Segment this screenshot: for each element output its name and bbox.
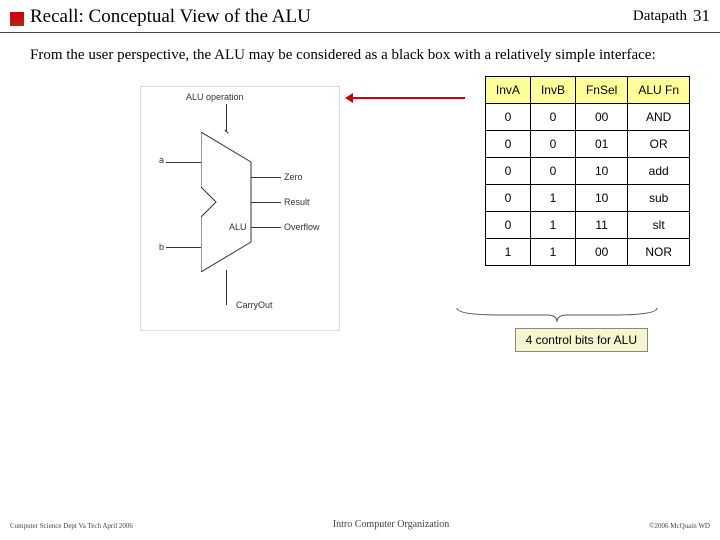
header-right: Datapath 31 [633,6,710,26]
label-alu-operation: ALU operation [186,92,244,102]
footer-center: Intro Computer Organization [333,519,449,530]
slide-title: Recall: Conceptual View of the ALU [30,6,311,28]
label-carryout: CarryOut [236,300,273,310]
content-area: ALU operation ALU a b Zero Result Overfl… [0,76,720,416]
page-number: 31 [693,6,710,26]
table-row: 0111slt [485,212,689,239]
label-result: Result [284,197,310,207]
intro-text: From the user perspective, the ALU may b… [0,33,720,76]
bullet-icon [10,12,24,26]
label-overflow: Overflow [284,222,320,232]
line-op [226,104,227,132]
function-table: InvA InvB FnSel ALU Fn 0000AND 0001OR 00… [485,76,690,266]
title-group: Recall: Conceptual View of the ALU [10,6,311,28]
label-a: a [159,155,164,165]
slide-header: Recall: Conceptual View of the ALU Datap… [0,0,720,33]
table-row: 0000AND [485,104,689,131]
line-overflow [251,227,281,228]
th-invb: InvB [530,77,575,104]
table-header-row: InvA InvB FnSel ALU Fn [485,77,689,104]
footer-right: ©2006 McQuain WD [649,522,710,530]
table-row: 0110sub [485,185,689,212]
line-result [251,202,281,203]
footer-left: Computer Science Dept Va Tech April 2006 [10,522,133,530]
th-fnsel: FnSel [575,77,627,104]
table-row: 1100NOR [485,239,689,266]
slide-footer: Computer Science Dept Va Tech April 2006… [0,519,720,530]
label-b: b [159,242,164,252]
table-row: 0010add [485,158,689,185]
label-zero: Zero [284,172,303,182]
table-row: 0001OR [485,131,689,158]
line-zero [251,177,281,178]
line-b [166,247,201,248]
line-a [166,162,201,163]
caption-box: 4 control bits for ALU [515,328,648,352]
th-alufn: ALU Fn [628,77,690,104]
alu-diagram: ALU operation ALU a b Zero Result Overfl… [140,86,340,331]
label-alu: ALU [229,222,247,232]
brace-icon [452,306,662,324]
th-inva: InvA [485,77,530,104]
section-label: Datapath [633,8,687,25]
arrow-icon [345,93,465,103]
line-carryout [226,270,227,305]
